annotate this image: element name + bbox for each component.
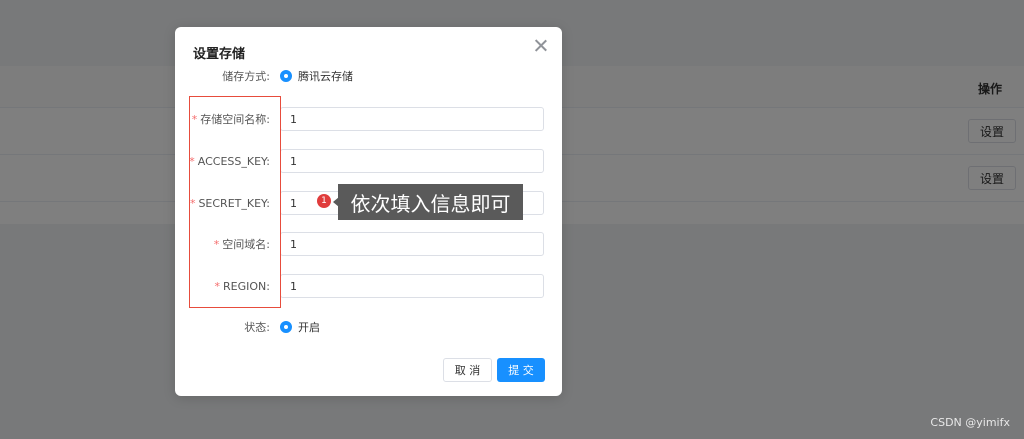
storage-type-label: 储存方式: [222,70,270,83]
status-option[interactable]: 开启 [298,319,320,335]
status-radio[interactable] [280,321,292,333]
status-label: 状态: [244,321,270,334]
submit-button[interactable]: 提 交 [497,358,545,382]
status-row: 状态: 开启 [175,315,562,339]
annotation-badge: 1 [317,194,331,208]
annotation-tooltip: 依次填入信息即可 [338,184,523,220]
region-input[interactable]: 1 [280,274,544,298]
access-key-input[interactable]: 1 [280,149,544,173]
watermark: CSDN @yimifx [930,416,1010,429]
storage-type-row: 储存方式: 腾讯云存储 [175,64,562,88]
storage-type-radio[interactable] [280,70,292,82]
highlight-box [189,96,281,308]
cancel-button[interactable]: 取 消 [443,358,492,382]
domain-input[interactable]: 1 [280,232,544,256]
storage-type-option[interactable]: 腾讯云存储 [298,68,353,84]
close-icon[interactable] [534,39,548,53]
dialog-title: 设置存储 [193,47,246,62]
bucket-name-input[interactable]: 1 [280,107,544,131]
